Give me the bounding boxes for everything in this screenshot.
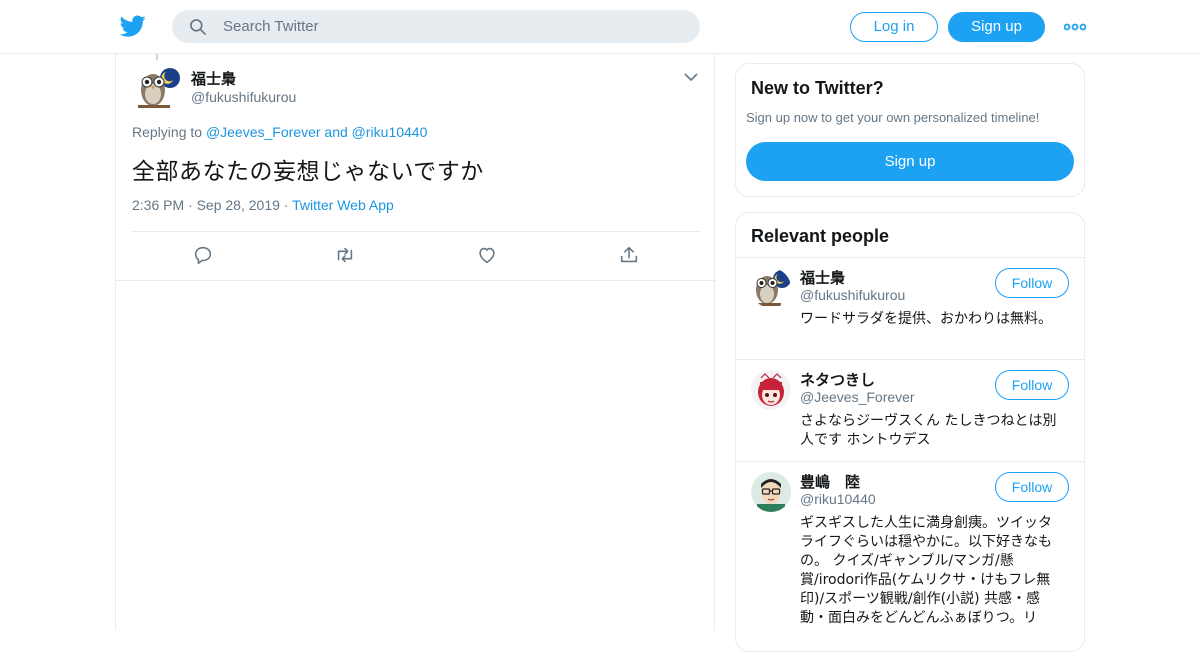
divider <box>132 231 700 232</box>
share-icon[interactable] <box>618 244 640 266</box>
author-handle[interactable]: @fukushifukurou <box>191 89 296 105</box>
person-bio: さよならジーヴスくん たしきつねとは別人です ホントウデス <box>800 413 1057 448</box>
person-name[interactable]: 福士梟 <box>800 267 845 288</box>
meta-separator: · <box>279 197 293 213</box>
heart-icon[interactable] <box>476 244 498 266</box>
new-to-twitter-title: New to Twitter? <box>751 78 884 98</box>
tweet-column: 福士梟 @fukushifukurou Replying to @Jeeves_… <box>115 54 716 630</box>
relevant-people-card: Relevant people 福士梟 @fukushifukurou ワードサ… <box>735 212 1085 652</box>
person-item[interactable]: 福士梟 @fukushifukurou ワードサラダを提供、おかわりは無料。 F… <box>736 258 1084 359</box>
search-input[interactable] <box>223 18 663 35</box>
person-handle[interactable]: @Jeeves_Forever <box>800 389 915 405</box>
avatar[interactable] <box>136 66 180 110</box>
author-name[interactable]: 福士梟 <box>191 68 236 89</box>
tweet-date[interactable]: Sep 28, 2019 <box>197 197 280 213</box>
follow-button[interactable]: Follow <box>995 472 1069 502</box>
top-navigation-bar: Log in Sign up <box>0 0 1200 54</box>
new-to-twitter-subtitle: Sign up now to get your own personalized… <box>746 110 1040 125</box>
search-bar[interactable] <box>172 10 700 43</box>
signup-button[interactable]: Sign up <box>948 12 1045 42</box>
divider <box>116 280 716 281</box>
person-item[interactable]: ネタつきし @Jeeves_Forever さよならジーヴスくん たしきつねとは… <box>736 360 1084 461</box>
reply-and[interactable]: and <box>321 124 352 140</box>
meta-separator: · <box>184 197 197 213</box>
tweet-actions <box>116 244 716 268</box>
avatar[interactable] <box>751 268 791 308</box>
person-item[interactable]: 豊嶋 陸 @riku10440 ギスギスした人生に満身創痍。ツイッタライフぐらい… <box>736 462 1084 652</box>
person-handle[interactable]: @fukushifukurou <box>800 287 905 303</box>
twitter-bird-icon[interactable] <box>120 13 146 39</box>
follow-button[interactable]: Follow <box>995 370 1069 400</box>
replying-prefix: Replying to <box>132 124 206 140</box>
person-name[interactable]: ネタつきし <box>800 369 875 390</box>
thread-connector <box>156 54 158 60</box>
tweet-source[interactable]: Twitter Web App <box>292 197 394 213</box>
person-bio: ワードサラダを提供、おかわりは無料。 <box>800 311 1052 327</box>
follow-button[interactable]: Follow <box>995 268 1069 298</box>
avatar[interactable] <box>751 370 791 410</box>
tweet-text: 全部あなたの妄想じゃないですか <box>132 159 484 185</box>
more-dots-icon[interactable] <box>1064 22 1086 32</box>
person-handle[interactable]: @riku10440 <box>800 491 876 507</box>
reply-mention-1[interactable]: @Jeeves_Forever <box>206 124 321 140</box>
replying-to: Replying to @Jeeves_Forever and @riku104… <box>132 124 427 140</box>
person-name[interactable]: 豊嶋 陸 <box>800 471 860 492</box>
avatar[interactable] <box>751 472 791 512</box>
new-to-twitter-card: New to Twitter? Sign up now to get your … <box>735 63 1085 197</box>
reply-mention-2[interactable]: @riku10440 <box>352 124 428 140</box>
reply-icon[interactable] <box>192 244 214 266</box>
login-button[interactable]: Log in <box>850 12 938 42</box>
person-bio: ギスギスした人生に満身創痍。ツイッタライフぐらいは穏やかに。以下好きなもの。 ク… <box>800 515 1052 626</box>
tweet-meta: 2:36 PM · Sep 28, 2019 · Twitter Web App <box>132 197 394 213</box>
relevant-people-title: Relevant people <box>751 226 890 246</box>
sidebar-signup-button[interactable]: Sign up <box>746 142 1074 181</box>
search-icon <box>190 18 206 35</box>
tweet-time[interactable]: 2:36 PM <box>132 197 184 213</box>
retweet-icon[interactable] <box>334 244 356 266</box>
chevron-down-icon[interactable] <box>684 72 698 82</box>
